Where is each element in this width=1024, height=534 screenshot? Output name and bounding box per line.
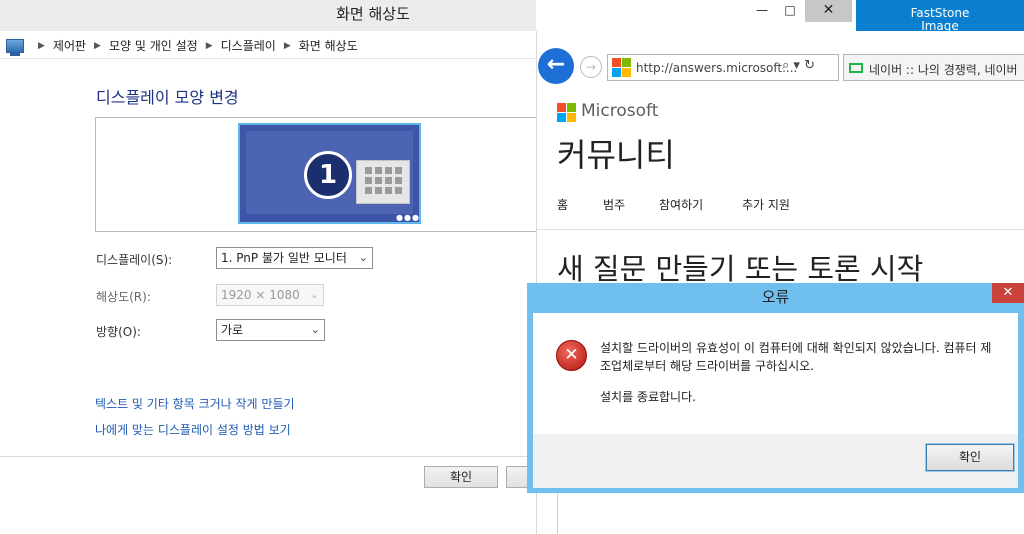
dots-icon: ●●●: [396, 213, 420, 222]
breadcrumb-appearance[interactable]: 모양 및 개인 설정: [109, 37, 198, 54]
error-message: 설치할 드라이버의 유효성이 이 컴퓨터에 대해 확인되지 않았습니다. 컴퓨터…: [600, 341, 992, 373]
orientation-label: 방향(O):: [96, 325, 141, 339]
text-size-link[interactable]: 텍스트 및 기타 항목 크거나 작게 만들기: [95, 395, 295, 412]
breadcrumb[interactable]: ▶ 제어판 ▶ 모양 및 개인 설정 ▶ 디스플레이 ▶ 화면 해상도: [0, 33, 536, 59]
display-settings-help-link[interactable]: 나에게 맞는 디스플레이 설정 방법 보기: [95, 421, 291, 438]
microsoft-logo-icon[interactable]: [557, 103, 577, 123]
chevron-down-icon: ⌄: [358, 251, 368, 264]
microsoft-favicon-icon: [612, 58, 632, 78]
dialog-close-button[interactable]: ✕: [992, 283, 1024, 303]
start-screen-icon: [356, 160, 410, 204]
brand-name[interactable]: Microsoft: [581, 101, 658, 121]
display-select-value: 1. PnP 불가 일반 모니터: [221, 251, 347, 265]
ok-button[interactable]: 확인: [424, 466, 498, 488]
divider: [557, 492, 558, 534]
close-button[interactable]: ✕: [805, 0, 852, 22]
window-title: 화면 해상도: [336, 5, 410, 23]
minimize-button[interactable]: —: [749, 0, 775, 22]
divider: [537, 229, 1024, 230]
question-heading: 새 질문 만들기 또는 토론 시작: [557, 252, 924, 286]
error-message-secondary: 설치를 종료합니다.: [600, 390, 696, 404]
faststone-tile-label: FastStone Image: [856, 7, 1024, 33]
naver-favicon-icon: [849, 63, 863, 73]
resolution-select: 1920 × 1080 ⌄: [216, 284, 324, 306]
nav-home[interactable]: 홈: [557, 196, 568, 213]
breadcrumb-screen-resolution[interactable]: 화면 해상도: [299, 37, 358, 54]
chevron-down-icon: ⌄: [309, 288, 319, 301]
chevron-right-icon: ▶: [205, 40, 213, 51]
orientation-select-value: 가로: [221, 323, 244, 337]
forward-button[interactable]: →: [580, 56, 602, 78]
breadcrumb-control-panel[interactable]: 제어판: [53, 37, 86, 54]
dialog-title: 오류: [761, 288, 790, 306]
display-select[interactable]: 1. PnP 불가 일반 모니터 ⌄: [216, 247, 373, 269]
computer-icon: [6, 38, 24, 56]
divider: [0, 456, 536, 457]
search-refresh-icons[interactable]: ⌕ ▾ ↻: [782, 58, 815, 73]
error-icon: ✕: [556, 340, 587, 371]
community-title: 커뮤니티: [557, 136, 675, 174]
nav-more-support[interactable]: 추가 지원: [742, 196, 790, 213]
resolution-label: 해상도(R):: [96, 290, 151, 304]
nav-categories[interactable]: 범주: [603, 196, 625, 213]
chevron-down-icon: ⌄: [310, 323, 320, 336]
nav-participate[interactable]: 참여하기: [659, 196, 703, 213]
chevron-right-icon: ▶: [38, 40, 45, 51]
resolution-select-value: 1920 × 1080: [221, 288, 300, 302]
chevron-right-icon: ▶: [94, 40, 101, 51]
chevron-right-icon: ▶: [283, 40, 291, 51]
tab-label: 네이버 :: 나의 경쟁력, 네이버: [869, 63, 1018, 77]
page-title: 디스플레이 모양 변경: [96, 88, 239, 107]
orientation-select[interactable]: 가로 ⌄: [216, 319, 325, 341]
back-button[interactable]: ←: [538, 48, 574, 84]
url-text[interactable]: http://answers.microsoft....: [636, 61, 797, 75]
display-label: 디스플레이(S):: [96, 253, 173, 267]
dialog-ok-button[interactable]: 확인: [925, 443, 1015, 472]
monitor-number-badge: 1: [304, 151, 352, 199]
maximize-button[interactable]: □: [777, 0, 803, 22]
breadcrumb-display[interactable]: 디스플레이: [221, 37, 276, 54]
